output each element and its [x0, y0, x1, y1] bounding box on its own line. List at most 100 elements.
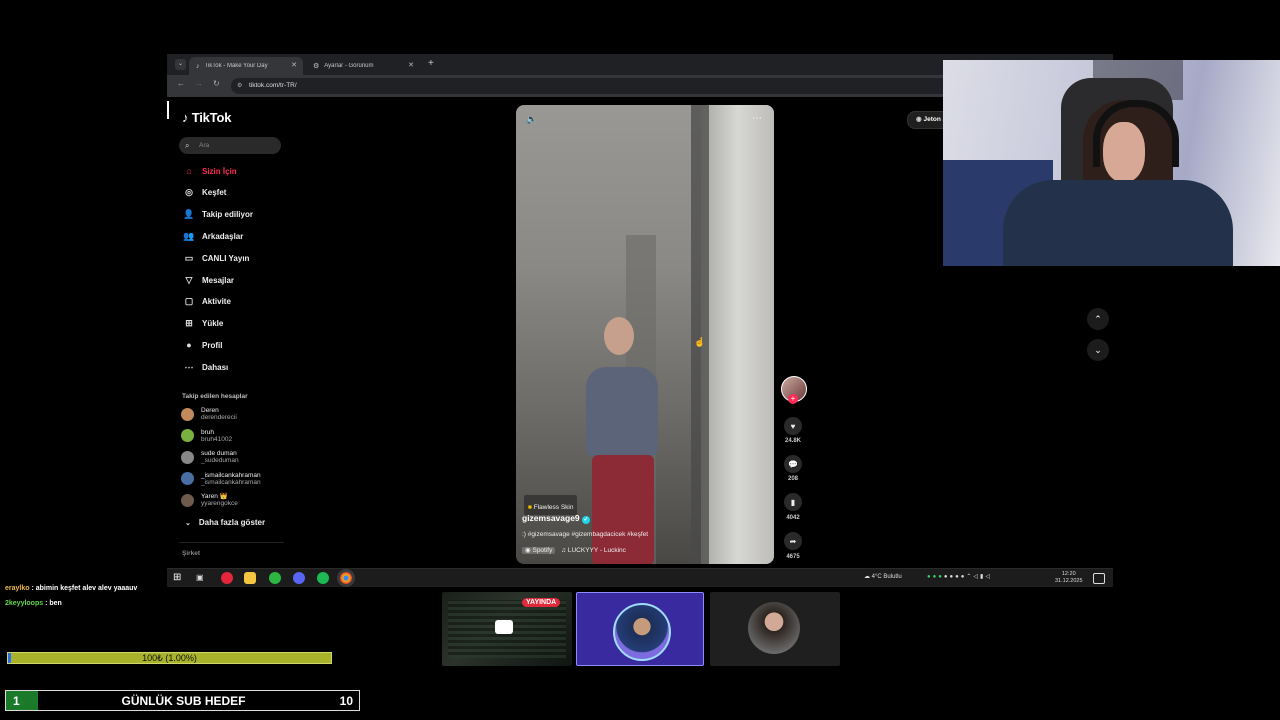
following-account[interactable]: Yaren 👑 yyarengokce — [181, 490, 238, 510]
url-text: tiktok.com/tr-TR/ — [249, 82, 297, 89]
show-more-label: Daha fazla göster — [198, 518, 266, 527]
video-author[interactable]: gizemsavage9 ✓ — [522, 513, 591, 524]
account-name: bruh — [201, 428, 215, 436]
music-row[interactable]: ◉ Spotify ♫ LUCKYYY - Luckinc — [522, 546, 626, 554]
effect-tag[interactable]: ■ Flawless Skin — [524, 495, 578, 515]
sidebar-item-label: Dahası — [202, 362, 229, 372]
site-info-icon[interactable]: ⚙ — [237, 78, 242, 94]
account-username: _sudeduman — [201, 457, 239, 464]
sidebar-item-label: Keşfet — [202, 188, 227, 198]
sidebar-item-activity[interactable]: ▢ Aktivite — [182, 294, 231, 310]
windows-taskbar: ⊞ ▣ ☁ 4°C Bulutlu ●●●●●●●⌃◁▮◁ 12:20 31.1… — [167, 568, 1113, 587]
back-icon[interactable]: ← — [177, 79, 185, 88]
comment-count: 208 — [787, 476, 798, 482]
opera-icon[interactable] — [221, 572, 233, 584]
scroll-up-button[interactable]: ⌃ — [1087, 308, 1109, 330]
tab-tiktok-label: TikTok - Make Your Day — [204, 63, 268, 69]
folder-icon[interactable] — [244, 572, 256, 584]
notification-icon[interactable] — [1093, 573, 1105, 584]
sub-goal-label: GÜNLÜK SUB HEDEF — [121, 694, 246, 708]
chat-text: : abimin keşfet alev alev yaaauv — [29, 585, 138, 592]
person-body — [1003, 180, 1233, 266]
tab-tiktok[interactable]: ♪ TikTok - Make Your Day ✕ — [189, 57, 303, 75]
friends-icon: 👥 — [183, 230, 195, 241]
sidebar-item-profile[interactable]: ● Profil — [182, 337, 222, 353]
video-player[interactable]: 🔈 ⋯ ■ Flawless Skin gizemsavage9 ✓ :) #g… — [516, 105, 774, 564]
following-account[interactable]: Deren derenderecii — [181, 404, 237, 424]
gear-icon: ⚙ — [313, 63, 320, 70]
spotify-label: Spotify — [532, 547, 553, 554]
search-placeholder: Ara — [199, 142, 210, 149]
clock[interactable]: 12:20 31.12.2025 — [1055, 571, 1083, 585]
sidebar-item-more[interactable]: ⋯ Dahası — [182, 359, 229, 375]
tab-settings[interactable]: ⚙ Ayarlar - Görünüm ✕ — [306, 57, 420, 75]
following-account[interactable]: _ismailcankahraman _ismailcankahraman — [181, 469, 261, 489]
sidebar-item-home[interactable]: ⌂ Sizin İçin — [182, 163, 236, 179]
chevron-down-icon: ⌄ — [185, 520, 191, 527]
person-figure — [574, 317, 674, 564]
comment-button[interactable]: 💬 — [784, 455, 802, 473]
sidebar-item-following[interactable]: 👤 Takip ediliyor — [182, 207, 253, 223]
tray-icons[interactable]: ●●●●●●●⌃◁▮◁ — [927, 573, 992, 580]
sidebar-item-upload[interactable]: ⊞ Yükle — [182, 316, 223, 332]
speaker-icon[interactable]: 🔈 — [526, 114, 537, 125]
weather-widget[interactable]: ☁ 4°C Bulutlu — [864, 573, 902, 580]
share-button[interactable]: ➦ — [784, 532, 802, 550]
sidebar-item-label: Takip ediliyor — [202, 210, 253, 220]
sub-goal-target: 10 — [339, 694, 353, 708]
mouse-cursor: ☝ — [694, 337, 706, 347]
close-tab-icon[interactable]: ✕ — [408, 61, 414, 69]
company-link[interactable]: Şirket — [182, 550, 200, 557]
sidebar-item-messages[interactable]: ▽ Mesajlar — [182, 272, 235, 288]
whatsapp-icon[interactable] — [269, 572, 281, 584]
chrome-icon[interactable] — [337, 569, 355, 587]
close-tab-icon[interactable]: ✕ — [291, 61, 297, 69]
chat-user: eraylko — [5, 585, 30, 592]
sidebar-item-friends[interactable]: 👥 Arkadaşlar — [182, 228, 243, 244]
guest-avatar — [613, 603, 671, 661]
more-options-icon[interactable]: ⋯ — [752, 113, 762, 124]
account-name: Deren — [201, 407, 219, 414]
messages-icon: ▽ — [185, 274, 193, 285]
task-view-icon[interactable]: ▣ — [196, 572, 208, 584]
windows-start-icon[interactable]: ⊞ — [173, 572, 185, 584]
new-tab-button[interactable]: + — [428, 58, 434, 69]
tiktok-logo-text: TikTok — [191, 110, 232, 125]
discord-icon[interactable] — [293, 572, 305, 584]
tab-settings-label: Ayarlar - Görünüm — [324, 63, 374, 69]
following-icon: 👤 — [183, 209, 195, 220]
tiktok-logo[interactable]: ♪ TikTok — [182, 110, 231, 125]
forward-icon[interactable]: → — [195, 79, 203, 88]
following-section-title: Takip edilen hesaplar — [182, 393, 248, 400]
date-text: 31.12.2025 — [1055, 578, 1083, 584]
search-icon: ⌕ — [185, 141, 190, 150]
scene-thumbnail-desktop[interactable]: YAYINDA — [442, 592, 572, 666]
video-username: gizemsavage9 — [522, 513, 580, 523]
scene-thumbnail-guest[interactable] — [576, 592, 704, 666]
show-more-button[interactable]: ⌄ Daha fazla göster — [185, 518, 265, 527]
follow-plus-icon[interactable]: + — [788, 394, 798, 404]
search-input[interactable]: ⌕ Ara — [179, 137, 281, 154]
sidebar-item-label: Arkadaşlar — [202, 231, 244, 241]
spotify-app-icon[interactable] — [317, 572, 329, 584]
avatar — [181, 493, 194, 507]
curtain-dark — [691, 105, 709, 564]
like-button[interactable]: ♥ — [784, 417, 802, 435]
scene-thumbnail-camera[interactable] — [710, 592, 840, 666]
sidebar-item-label: CANLI Yayın — [202, 253, 250, 263]
sidebar-item-live[interactable]: ▭ CANLI Yayın — [182, 250, 250, 266]
video-caption[interactable]: :) #gizemsavage #gizembagdacicek #keşfet — [522, 531, 648, 538]
time-text: 12:20 — [1061, 571, 1076, 577]
tiktok-note-icon: ♪ — [182, 110, 189, 125]
sub-goal-box: 1 GÜNLÜK SUB HEDEF 10 — [5, 690, 360, 711]
save-button[interactable]: ▮ — [784, 493, 802, 511]
camera-avatar — [748, 602, 800, 654]
sidebar-item-compass[interactable]: ◎ Keşfet — [182, 185, 226, 201]
following-account[interactable]: bruh bruh41002 — [181, 426, 232, 446]
tab-search-icon[interactable]: ⌄ — [175, 59, 186, 70]
cloud-icon: ☁ — [864, 574, 872, 580]
following-account[interactable]: sude duman _sudeduman — [181, 447, 239, 467]
reload-icon[interactable]: ↻ — [213, 79, 220, 88]
comment-icon: 💬 — [788, 459, 798, 469]
scroll-down-button[interactable]: ⌄ — [1087, 339, 1109, 361]
